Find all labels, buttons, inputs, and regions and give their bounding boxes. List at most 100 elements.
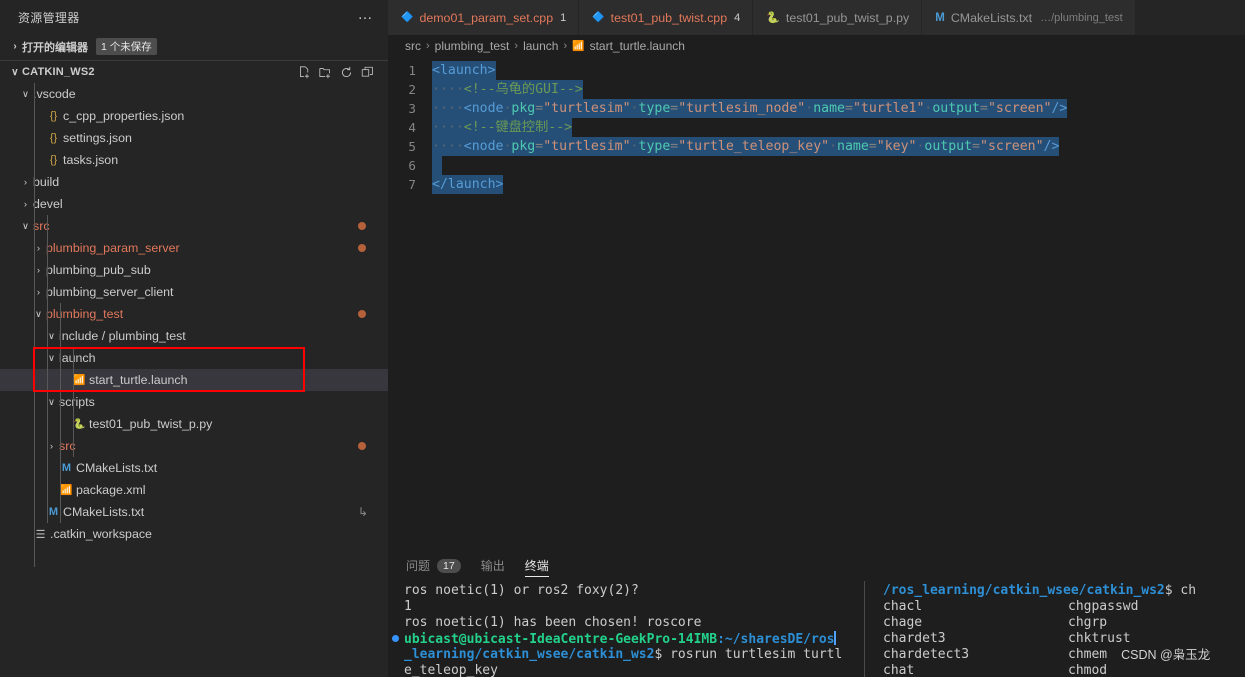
code-line[interactable]: 1 <launch> (388, 61, 1245, 80)
tab-test01-pub-twist-cpp[interactable]: 🔷 test01_pub_twist.cpp 4 (579, 0, 754, 35)
vscode-window: 资源管理器 … › 打开的编辑器 1 个未保存 ∨ CATKIN_WS2 ∨ .… (0, 0, 1245, 677)
tree-item-start-turtle-launch[interactable]: 📶 start_turtle.launch (0, 369, 388, 391)
tree-item-c-cpp-properties-json[interactable]: {} c_cpp_properties.json (0, 105, 388, 127)
explorer-more-actions-icon[interactable]: … (358, 7, 375, 24)
terminal-line: ros noetic(1) has been chosen! roscore (404, 615, 702, 630)
tree-item-devel[interactable]: › devel (0, 193, 388, 215)
cpp-file-icon: 🔷 (592, 12, 605, 23)
code-token: "turtlesim" (543, 101, 631, 116)
terminal-right-pane[interactable]: /ros_learning/catkin_wsee/catkin_ws2 $ ch… (865, 581, 1245, 677)
tree-item-label: plumbing_test (46, 307, 124, 321)
new-file-icon[interactable] (298, 65, 311, 79)
terminal-line: chat chmod (883, 663, 1245, 677)
collapse-all-icon[interactable] (361, 66, 374, 79)
panel-tab-terminal[interactable]: 终端 (524, 550, 549, 581)
tree-item-package-xml[interactable]: 📶 package.xml (0, 479, 388, 501)
code-token: = (972, 139, 980, 154)
tree-item-label: plumbing_server_client (46, 285, 174, 299)
tree-item-build[interactable]: › build (0, 171, 388, 193)
chevron-down-icon: ∨ (11, 66, 19, 78)
tree-item-include-plumbing-test[interactable]: ∨ include / plumbing_test (0, 325, 388, 347)
terminal-left-pane[interactable]: ros noetic(1) or ros2 foxy(2)? 1 ros noeti… (388, 581, 858, 677)
panel-tab-bar[interactable]: 问题 17 输出 终端 (388, 550, 1245, 581)
tab-cmakelists-txt[interactable]: M CMakeLists.txt …/plumbing_test (922, 0, 1136, 35)
tab-test01-pub-twist-p-py[interactable]: 🐍 test01_pub_twist_p.py (753, 0, 923, 35)
editor-tab-bar[interactable]: 🔷 demo01_param_set.cpp 1 🔷 test01_pub_twist.… (388, 0, 1245, 35)
code-token: type (638, 101, 671, 116)
code-token: output (932, 101, 980, 116)
tree-item-src[interactable]: ∨ src (0, 215, 388, 237)
new-folder-icon[interactable] (319, 66, 332, 79)
modified-indicator-dot (358, 244, 366, 252)
tree-item-test01-pub-twist-p-py[interactable]: 🐍 test01_pub_twist_p.py (0, 413, 388, 435)
modified-indicator-dot (358, 442, 366, 450)
tree-item-scripts[interactable]: ∨ scripts (0, 391, 388, 413)
terminal-command-bullet-icon (392, 635, 399, 642)
terminal-command: $ rosrun turtlesim turtl (654, 647, 843, 662)
workspace-root-label: CATKIN_WS2 (22, 66, 95, 78)
completion-item: chardetect3 (883, 647, 970, 662)
completion-item: chmod (1068, 663, 1108, 677)
tree-item-label: plumbing_pub_sub (46, 263, 151, 277)
chevron-right-icon: › (23, 176, 28, 188)
code-token: "turtlesim_node" (678, 101, 806, 116)
explorer-title: 资源管理器 (18, 11, 80, 25)
breadcrumb-item[interactable]: launch (523, 39, 558, 53)
code-token: = (535, 101, 544, 116)
tree-indent-guide (60, 303, 61, 523)
completion-item: chgpasswd (1068, 599, 1139, 614)
code-line[interactable]: 6 (388, 156, 1245, 175)
tree-item-label: CMakeLists.txt (76, 461, 158, 475)
file-tree[interactable]: ∨ .vscode {} c_cpp_properties.json {} setting… (0, 83, 388, 567)
tree-item-settings-json[interactable]: {} settings.json (0, 127, 388, 149)
tab-label: test01_pub_twist_p.py (785, 10, 910, 25)
line-number: 6 (408, 158, 416, 173)
tree-item-launch[interactable]: ∨ launch (0, 347, 388, 369)
tab-label: test01_pub_twist.cpp (610, 10, 728, 25)
terminal[interactable]: ros noetic(1) or ros2 foxy(2)? 1 ros noeti… (388, 581, 1245, 677)
tree-item-plumbing-pub-sub[interactable]: › plumbing_pub_sub (0, 259, 388, 281)
workspace-root-row[interactable]: ∨ CATKIN_WS2 (0, 60, 388, 83)
code-token: /> (1043, 139, 1060, 154)
tree-item-label: c_cpp_properties.json (63, 109, 185, 123)
tree-item--vscode[interactable]: ∨ .vscode (0, 83, 388, 105)
terminal-line: _learning/catkin_wsee/catkin_ws2$ rosrun… (404, 647, 858, 663)
tree-item-plumbing-server-client[interactable]: › plumbing_server_client (0, 281, 388, 303)
code-token: pkg (511, 101, 536, 116)
panel-tab-label: 问题 (406, 559, 431, 573)
terminal-cwd: /ros_learning/catkin_wsee/catkin_ws2 (883, 583, 1165, 598)
open-editors-section[interactable]: › 打开的编辑器 1 个未保存 (0, 35, 388, 58)
breadcrumb-item[interactable]: src (405, 39, 421, 53)
terminal-line: ros noetic(1) or ros2 foxy(2)? (404, 583, 639, 598)
code-line[interactable]: 7 </launch> (388, 175, 1245, 194)
code-editor[interactable]: 1 <launch> 2 ····<!--乌龟的GUI--> 3 ····<node·pk… (388, 57, 1245, 550)
code-token: ···· (432, 139, 464, 154)
code-line[interactable]: 3 ····<node·pkg="turtlesim"·type="turtles… (388, 99, 1245, 118)
tree-item-label: .catkin_workspace (50, 527, 152, 541)
tree-item-tasks-json[interactable]: {} tasks.json (0, 149, 388, 171)
tree-item-label: scripts (59, 395, 95, 409)
tree-item-src[interactable]: › src (0, 435, 388, 457)
breadcrumb[interactable]: src › plumbing_test › launch › 📶 start_turtle.l… (388, 35, 1245, 57)
tree-indent-guide (34, 83, 35, 567)
panel-tab-problems[interactable]: 问题 17 (406, 550, 461, 581)
panel-tab-output[interactable]: 输出 (481, 550, 505, 581)
tree-item-cmakelists-txt[interactable]: M CMakeLists.txt (0, 457, 388, 479)
code-content[interactable]: 1 <launch> 2 ····<!--乌龟的GUI--> 3 ····<node·pk… (388, 57, 1245, 194)
bottom-panel: 问题 17 输出 终端 ros noetic(1) or ros2 foxy(2)? 1… (388, 550, 1245, 677)
breadcrumb-item[interactable]: plumbing_test (435, 39, 510, 53)
terminal-line: chardet3 chktrust (883, 631, 1245, 647)
refresh-icon[interactable] (340, 66, 353, 79)
modified-indicator-dot (358, 222, 366, 230)
tree-item-plumbing-param-server[interactable]: › plumbing_param_server (0, 237, 388, 259)
tree-item--catkin-workspace[interactable]: ☰ .catkin_workspace (0, 523, 388, 545)
tree-item-cmakelists-txt[interactable]: M CMakeLists.txt ↳ (0, 501, 388, 523)
code-line[interactable]: 5 ····<node·pkg="turtlesim"·type="turtle_… (388, 137, 1245, 156)
tree-item-plumbing-test[interactable]: ∨ plumbing_test (0, 303, 388, 325)
breadcrumb-item[interactable]: start_turtle.launch (590, 39, 685, 53)
chevron-right-icon: › (23, 198, 28, 210)
tree-item-label: .vscode (33, 87, 76, 101)
code-line[interactable]: 4 ····<!--键盘控制--> (388, 118, 1245, 137)
tab-demo01-param-set-cpp[interactable]: 🔷 demo01_param_set.cpp 1 (388, 0, 580, 35)
code-line[interactable]: 2 ····<!--乌龟的GUI--> (388, 80, 1245, 99)
